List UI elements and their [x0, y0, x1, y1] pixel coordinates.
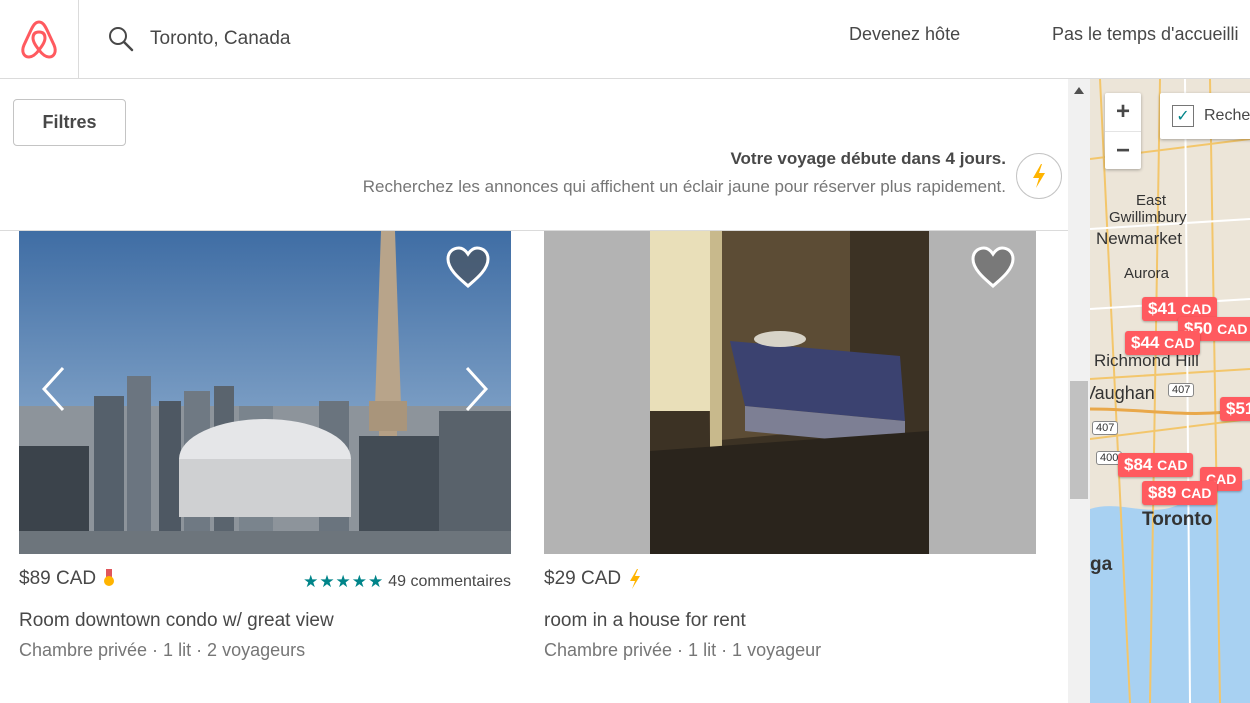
listing-rating: ★★★★★ 49 commentaires	[303, 572, 511, 592]
lightning-icon	[630, 569, 641, 589]
notice-title: Votre voyage débute dans 4 jours.	[730, 149, 1006, 168]
map-label: East	[1136, 192, 1167, 209]
chevron-right-icon[interactable]	[463, 366, 489, 412]
map-label: Vaughan	[1090, 383, 1155, 403]
listing-title[interactable]: room in a house for rent	[544, 610, 1036, 632]
map[interactable]: + − ✓ Recher East Gwillimbury Newmarket …	[1090, 79, 1250, 703]
chevron-left-icon[interactable]	[41, 366, 67, 412]
price-pin[interactable]: $44 CAD	[1125, 331, 1201, 355]
rating-stars-icon: ★★★★★	[303, 572, 385, 591]
scrollbar-thumb[interactable]	[1070, 381, 1088, 499]
top-header: Toronto, Canada Devenez hôte Pas le temp…	[0, 0, 1250, 79]
review-count: 49 commentaires	[388, 573, 511, 590]
checkmark-icon[interactable]: ✓	[1172, 105, 1194, 127]
airbnb-logo[interactable]	[0, 0, 79, 78]
favorite-heart-icon[interactable]	[445, 245, 491, 289]
search-as-move-toggle[interactable]: ✓ Recher	[1160, 93, 1250, 139]
listing-price: $29 CAD	[544, 568, 642, 590]
instant-book-badge	[1016, 153, 1062, 199]
listing-title[interactable]: Room downtown condo w/ great view	[19, 610, 511, 632]
listing-subtitle: Chambre privée · 1 lit · 2 voyageurs	[19, 640, 306, 660]
listing-photo[interactable]	[19, 231, 511, 554]
no-time-hosting-link[interactable]: Pas le temps d'accueilli	[1052, 24, 1239, 45]
search-icon	[109, 27, 134, 52]
map-zoom-control: + −	[1105, 93, 1141, 169]
listing-card[interactable]: $89 CAD ★★★★★ 49 commentaires Room downt…	[19, 231, 511, 661]
price-value: $29 CAD	[544, 568, 622, 590]
map-label: Aurora	[1124, 265, 1170, 282]
price-pin[interactable]: $89 CAD	[1142, 481, 1218, 505]
zoom-out-button[interactable]: −	[1105, 132, 1141, 170]
scrollbar[interactable]	[1068, 79, 1090, 703]
scroll-up-arrow-icon[interactable]	[1074, 87, 1084, 94]
listing-price: $89 CAD	[19, 568, 115, 590]
price-pin[interactable]: $84 CAD	[1118, 453, 1194, 477]
filters-button[interactable]: Filtres	[13, 99, 126, 146]
notice-subtitle: Recherchez les annonces qui affichent un…	[362, 177, 1006, 196]
listing-card[interactable]: $29 CAD room in a house for rent Chambre…	[544, 231, 1036, 661]
highway-shield: 407	[1092, 421, 1119, 435]
superhost-badge-icon	[104, 568, 115, 586]
lightning-icon	[1033, 164, 1045, 188]
search-as-move-label: Recher	[1204, 107, 1250, 124]
listing-photo[interactable]	[544, 231, 1036, 554]
favorite-heart-icon[interactable]	[970, 245, 1016, 289]
map-label: ga	[1090, 554, 1113, 575]
listing-subtitle: Chambre privée · 1 lit · 1 voyageur	[544, 640, 822, 660]
map-label: Gwillimbury	[1109, 209, 1187, 226]
trip-notice: Votre voyage débute dans 4 jours. Recher…	[363, 149, 1006, 197]
zoom-in-button[interactable]: +	[1105, 93, 1141, 132]
become-host-link[interactable]: Devenez hôte	[849, 24, 960, 45]
price-pin[interactable]: $51	[1220, 397, 1250, 421]
map-label: Newmarket	[1096, 229, 1182, 248]
map-label: Toronto	[1142, 509, 1213, 530]
highway-shield: 407	[1168, 383, 1195, 397]
search-bar[interactable]: Toronto, Canada	[108, 22, 291, 56]
price-value: $89 CAD	[19, 568, 97, 589]
search-input[interactable]: Toronto, Canada	[150, 28, 291, 50]
